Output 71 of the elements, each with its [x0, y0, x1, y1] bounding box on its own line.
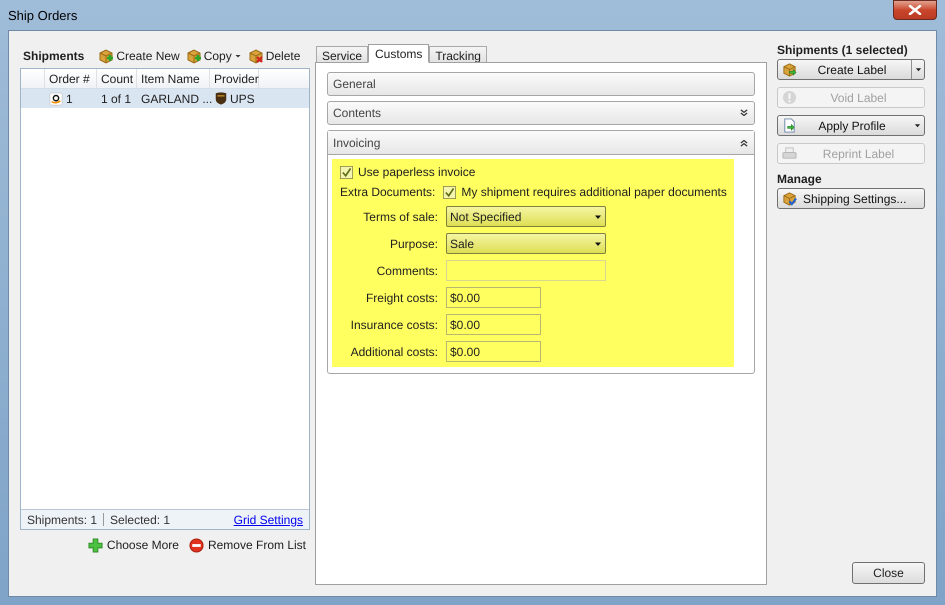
field-label: Freight costs: — [364, 290, 438, 306]
minus-circle-icon — [188, 538, 204, 552]
action-button[interactable]: Choose More — [88, 536, 179, 554]
panel-title: Shipments — [23, 48, 84, 65]
section-title: Contents — [333, 105, 382, 122]
checkbox[interactable] — [340, 166, 353, 178]
tab[interactable]: Customs — [368, 44, 430, 63]
table-cell: 1 of 1 — [101, 92, 132, 106]
shipment-count: Shipments: 1 — [27, 512, 98, 528]
field-label: Insurance costs: — [350, 316, 438, 334]
section-title: Invoicing — [333, 134, 380, 152]
tab[interactable]: Service — [316, 46, 368, 62]
dropdown[interactable]: Not Specified — [446, 206, 606, 227]
shield-icon — [214, 91, 228, 106]
column-header[interactable]: Item Name — [137, 69, 210, 88]
caret-icon — [914, 122, 921, 129]
field-label: Additional costs: — [350, 344, 438, 360]
section-header[interactable]: Contents — [327, 101, 755, 125]
field-label: Purpose: — [388, 236, 438, 252]
close-button[interactable]: Close — [852, 562, 925, 584]
printer-icon — [782, 146, 797, 161]
section-title: Manage — [777, 171, 823, 186]
toolbar-button[interactable]: Create New — [98, 47, 180, 65]
section-title: General — [333, 76, 376, 93]
caret-icon — [234, 52, 242, 60]
input-field[interactable]: $0.00 — [446, 341, 541, 362]
box-plus-icon — [98, 48, 114, 64]
section-header[interactable]: Invoicing — [328, 131, 754, 155]
tab[interactable]: Tracking — [429, 46, 487, 62]
window-title: Ship Orders — [8, 7, 78, 25]
caret-icon — [594, 240, 602, 248]
action-button[interactable]: Shipping Settings... — [777, 188, 925, 209]
field-label: Terms of sale: — [362, 208, 438, 226]
table-cell-text: 1 — [66, 90, 73, 108]
selected-count: Selected: 1 — [110, 512, 170, 528]
box-arrow-icon — [782, 62, 797, 77]
table-cell-text: UPS — [230, 90, 255, 108]
dropdown[interactable]: Sale — [446, 233, 606, 254]
caret-icon — [914, 66, 922, 73]
grid-row[interactable]: 1 1 of 1 GARLAND ... UPS — [21, 89, 309, 108]
field-label: Extra Documents: — [340, 184, 436, 201]
input-field[interactable]: $0.00 — [446, 314, 541, 335]
toolbar-button[interactable]: Delete — [248, 47, 300, 65]
checkbox[interactable] — [443, 186, 456, 198]
store-icon — [49, 92, 63, 106]
document-arrow-icon — [782, 118, 797, 133]
action-button[interactable]: Remove From List — [188, 536, 306, 554]
toolbar-button[interactable]: Copy — [186, 47, 242, 65]
action-button[interactable]: Apply Profile — [777, 115, 925, 136]
column-header[interactable]: Provider — [210, 69, 259, 88]
table-cell: GARLAND ... — [141, 92, 212, 106]
panel-title: Shipments (1 selected) — [777, 42, 909, 57]
box-x-icon — [248, 48, 264, 64]
collapse-icon — [739, 138, 749, 148]
field-label: Comments: — [376, 262, 438, 280]
section-header[interactable]: General — [327, 72, 755, 96]
close-button[interactable] — [893, 0, 937, 20]
column-header[interactable]: Count — [97, 69, 137, 88]
column-header[interactable]: Order # — [45, 69, 97, 88]
box-check-icon — [782, 191, 797, 206]
close-icon — [908, 5, 922, 15]
grid-settings-link[interactable]: Grid Settings — [234, 510, 303, 528]
box-plus-icon — [186, 48, 202, 64]
alert-icon — [782, 90, 797, 105]
action-button[interactable]: Create Label — [777, 59, 925, 80]
expand-icon — [739, 108, 749, 118]
caret-icon — [594, 212, 602, 220]
plus-icon — [88, 538, 103, 552]
checkbox-label: Use paperless invoice — [358, 164, 476, 181]
input-field[interactable]: $0.00 — [446, 287, 541, 308]
checkbox-label: My shipment requires additional paper documents — [461, 184, 727, 201]
